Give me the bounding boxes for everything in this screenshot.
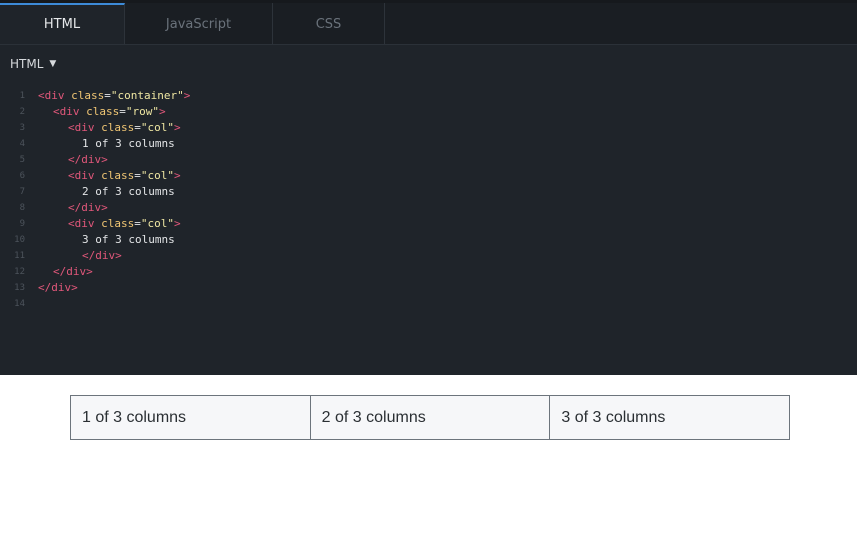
code-editor: HTML JavaScript CSS HTML ▼ 1 <div class="… [0,0,857,375]
code-text: 2 of 3 columns [82,185,175,198]
preview-column: 1 of 3 columns [70,395,311,440]
code-line: 3 <div class="col"> [0,120,857,136]
code-line: 5 </div> [0,152,857,168]
code-text: 3 of 3 columns [82,233,175,246]
editor-tab-bar: HTML JavaScript CSS [0,3,857,45]
preview-column: 3 of 3 columns [549,395,791,440]
code-text: </div> [82,249,122,262]
line-number: 7 [19,187,25,197]
line-number: 14 [14,299,25,309]
line-number: 11 [14,251,25,261]
code-text: </div> [38,281,78,294]
line-number: 6 [19,171,25,181]
code-text: 1 of 3 columns [82,137,175,150]
code-line: 13 </div> [0,280,857,296]
code-line: 1 <div class="container"> [0,88,857,104]
line-number: 8 [19,203,25,213]
line-number: 3 [19,123,25,133]
code-line: 11 </div> [0,248,857,264]
preview-column: 2 of 3 columns [309,395,551,440]
line-number: 2 [19,107,25,117]
line-number: 1 [19,91,25,101]
line-number: 13 [14,283,25,293]
code-line: 4 1 of 3 columns [0,136,857,152]
code-text: </div> [68,153,108,166]
language-dropdown-label: HTML [10,57,44,71]
tab-css[interactable]: CSS [273,3,385,44]
tab-html[interactable]: HTML [0,3,125,44]
code-line: 2 <div class="row"> [0,104,857,120]
code-line: 14 [0,296,857,312]
preview-row: 1 of 3 columns 2 of 3 columns 3 of 3 col… [70,395,791,440]
result-preview: 1 of 3 columns 2 of 3 columns 3 of 3 col… [0,375,857,547]
code-area[interactable]: 1 <div class="container"> 2 <div class="ro… [0,88,857,312]
code-text: </div> [53,265,93,278]
code-text: <div class="col"> [68,169,181,182]
code-line: 8 </div> [0,200,857,216]
line-number: 10 [14,235,25,245]
chevron-down-icon: ▼ [49,59,57,69]
code-line: 10 3 of 3 columns [0,232,857,248]
code-line: 9 <div class="col"> [0,216,857,232]
code-text: <div class="row"> [53,105,166,118]
code-line: 7 2 of 3 columns [0,184,857,200]
line-number: 9 [19,219,25,229]
line-number: 5 [19,155,25,165]
code-line: 12 </div> [0,264,857,280]
tab-javascript[interactable]: JavaScript [125,3,273,44]
code-text: <div class="col"> [68,121,181,134]
line-number: 12 [14,267,25,277]
code-line: 6 <div class="col"> [0,168,857,184]
code-text: </div> [68,201,108,214]
line-number: 4 [19,139,25,149]
language-dropdown[interactable]: HTML ▼ [10,55,56,73]
code-text: <div class="col"> [68,217,181,230]
code-text: <div class="container"> [38,89,191,102]
